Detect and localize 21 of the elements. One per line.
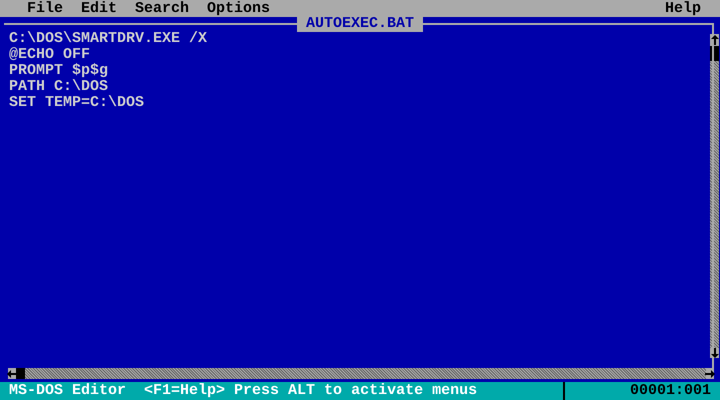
code-line: SET TEMP=C:\DOS <box>9 95 146 111</box>
right-arrow-icon[interactable] <box>705 370 715 378</box>
cursor-position: 00001:001 <box>630 383 711 399</box>
code-line: PROMPT $p$g <box>9 63 110 79</box>
scroll-thumb[interactable] <box>16 368 25 379</box>
code-line: C:\DOS\SMARTDRV.EXE /X <box>9 31 208 47</box>
up-arrow-icon[interactable] <box>710 35 718 45</box>
menu-item[interactable]: Edit <box>81 0 118 16</box>
code-line: PATH C:\DOS <box>9 79 110 95</box>
down-arrow-icon[interactable] <box>710 348 718 358</box>
code-line: @ECHO OFF <box>9 47 92 63</box>
app-name: MS-DOS Editor <box>9 383 126 399</box>
left-arrow-icon[interactable] <box>7 370 17 378</box>
editor-text-area[interactable]: C:\DOS\SMARTDRV.EXE /X @ECHO OFF PROMPT $p$g PATH C:\DOS SET TEMP=C:\DOS <box>0 30 710 368</box>
help-hint: <F1=Help> Press ALT to activate menus <box>144 383 478 399</box>
menu-item[interactable]: File <box>27 0 64 16</box>
menu-item[interactable]: Search <box>135 0 190 16</box>
horizontal-scrollbar[interactable] <box>8 368 714 379</box>
help-menu-item[interactable]: Help <box>664 0 701 16</box>
file-title: AUTOEXEC.BAT <box>296 16 424 32</box>
menu-item[interactable]: Options <box>207 0 270 16</box>
